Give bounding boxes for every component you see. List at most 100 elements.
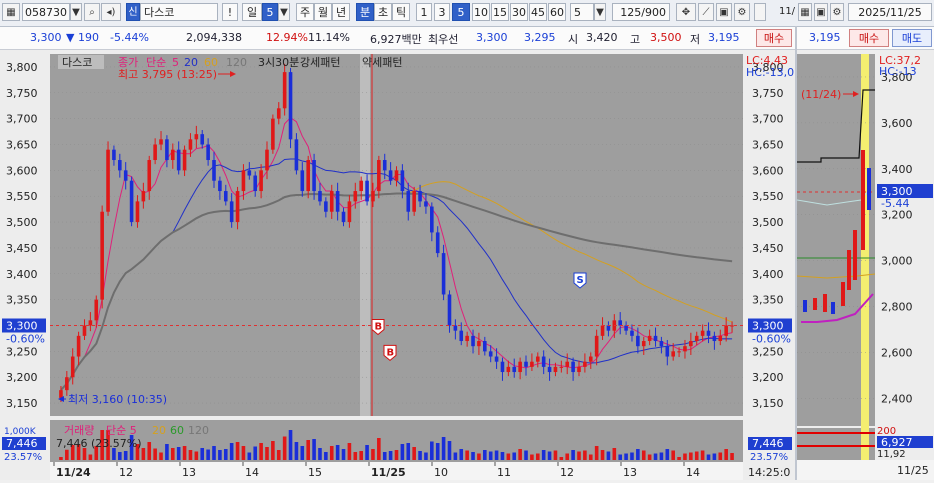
interval-45-button[interactable]: 45 [529,3,547,21]
volume-bar [647,454,652,460]
volume-ma-20: 20 [152,424,166,437]
side-candle [823,294,827,312]
period-year-button[interactable]: 년 [332,3,350,21]
side-y-tick-label: 2,400 [881,392,913,405]
candle-body [359,180,363,192]
volume-bar [471,452,475,460]
quote-turnover-pct: 12.94% [266,31,308,44]
side-highlight-band [861,54,869,460]
y-tick-label: 3,700 [6,113,38,126]
checkbox[interactable] [754,3,766,21]
side-y-tick-label: 2,800 [881,301,913,314]
interval-1-button[interactable]: 1 [416,3,432,21]
quote-low: 3,195 [708,31,740,44]
volume-bar [588,454,593,460]
volume-bar [641,450,646,460]
volume-bar [465,450,469,460]
y-tick-label: 3,700 [752,113,784,126]
crosshair-icon[interactable]: ✥ [676,3,696,21]
drawing-tool-icon[interactable]: ⟋ [698,3,714,21]
period-minute-button[interactable]: 분 [356,3,374,21]
grid-menu-icon[interactable]: ▦ [2,3,20,21]
volume-bar [271,441,275,460]
interval-30-button[interactable]: 30 [510,3,528,21]
quote-change: 190 [78,31,99,44]
side-quote-bar: 3,195 매수 매도 [797,27,934,50]
page-counter: 125/900 [612,3,670,21]
volume-bar [229,443,234,460]
volume-bar [365,445,369,460]
interval-3-button[interactable]: 3 [434,3,450,21]
grid-icon[interactable]: ▦ [798,3,812,21]
side-buy-button[interactable]: 매수 [849,29,889,47]
y-tick-label: 3,450 [752,242,784,255]
volume-bar [200,448,205,460]
candle-body [294,139,299,171]
candle-body [112,149,116,161]
save-icon[interactable]: ▣ [716,3,732,21]
candle-body [465,335,469,342]
volume-bar [689,452,693,460]
quote-bar: 3,300 ▼ 190 -5.44% 2,094,338 12.94% 11.1… [0,27,795,50]
candle-body [535,356,540,362]
period-week-button[interactable]: 주 [296,3,314,21]
candle-body [88,320,93,326]
speaker-icon[interactable]: ◂) [101,3,121,21]
stock-name-field[interactable]: 다스코 [140,3,218,21]
volume-bar [730,453,734,460]
volume-bar [206,449,210,460]
interval-10-button[interactable]: 10 [472,3,490,21]
candle-body [194,134,199,140]
date-field[interactable]: 2025/11/25 [848,3,932,21]
candle-body [365,180,369,202]
y-tick-label: 3,400 [6,268,38,281]
code-dropdown-icon[interactable]: ▼ [70,3,82,21]
side-sell-button[interactable]: 매도 [892,29,932,47]
side-x-label: 11/25 [897,464,929,477]
market-badge: 신 [126,3,140,21]
buy-button[interactable]: 매수 [756,29,792,47]
low-annotation: 최저 3,160 (10:35) [68,393,167,406]
side-chart-panel: 2,400 2,600 2,800 3,000 3,200 3,400 3,600 3,800… [796,50,934,480]
volume-bar [630,452,634,460]
period-number-field[interactable]: 5 [262,3,278,21]
y-tick-label: 3,250 [6,345,38,358]
period-second-button[interactable]: 초 [374,3,392,21]
search-icon[interactable]: ⌕ [84,3,100,21]
candle-body [418,191,422,202]
volume-bar [253,446,258,460]
interval-5-button[interactable]: 5 [452,3,470,21]
interval-60-button[interactable]: 60 [548,3,566,21]
volume-bar [547,451,552,460]
period-tick-button[interactable]: 틱 [392,3,410,21]
candle-body [318,191,322,202]
quote-price: 3,300 [30,31,62,44]
candle-body [371,191,375,202]
y-tick-label: 3,750 [752,87,784,100]
current-change-right: -0.60% [752,333,791,346]
count-input[interactable]: 5 [570,3,594,21]
period-month-button[interactable]: 월 [314,3,332,21]
gear-icon-2[interactable]: ⚙ [830,3,844,21]
volume-bar [247,452,252,460]
candle-body [641,341,646,347]
alert-button[interactable]: ! [222,3,238,21]
stock-code-input[interactable]: 058730 [22,3,70,21]
save-icon-2[interactable]: ▣ [814,3,828,21]
y-tick-label: 3,450 [6,242,38,255]
count-dropdown-icon[interactable]: ▼ [594,3,606,21]
gear-icon[interactable]: ⚙ [734,3,750,21]
candle-body [159,139,163,145]
period-day-button[interactable]: 일 [242,3,262,21]
candle-body [665,346,670,357]
side-chart-svg[interactable]: 2,4002,6002,8003,0003,2003,4003,6003,800… [796,50,934,480]
candle-body [377,160,381,192]
quote-ask: 3,300 [476,31,508,44]
volume-bar [600,450,605,460]
volume-bar [430,441,434,460]
main-chart-panel: 3,150 3,200 3,250 3,300 3,350 3,400 3,450 3,500… [0,50,795,480]
interval-15-button[interactable]: 15 [491,3,509,21]
side-candle [803,300,807,312]
main-chart-svg[interactable]: 3,150 3,200 3,250 3,300 3,350 3,400 3,450 3,500… [0,50,795,480]
period-dropdown-icon[interactable]: ▼ [278,3,290,21]
